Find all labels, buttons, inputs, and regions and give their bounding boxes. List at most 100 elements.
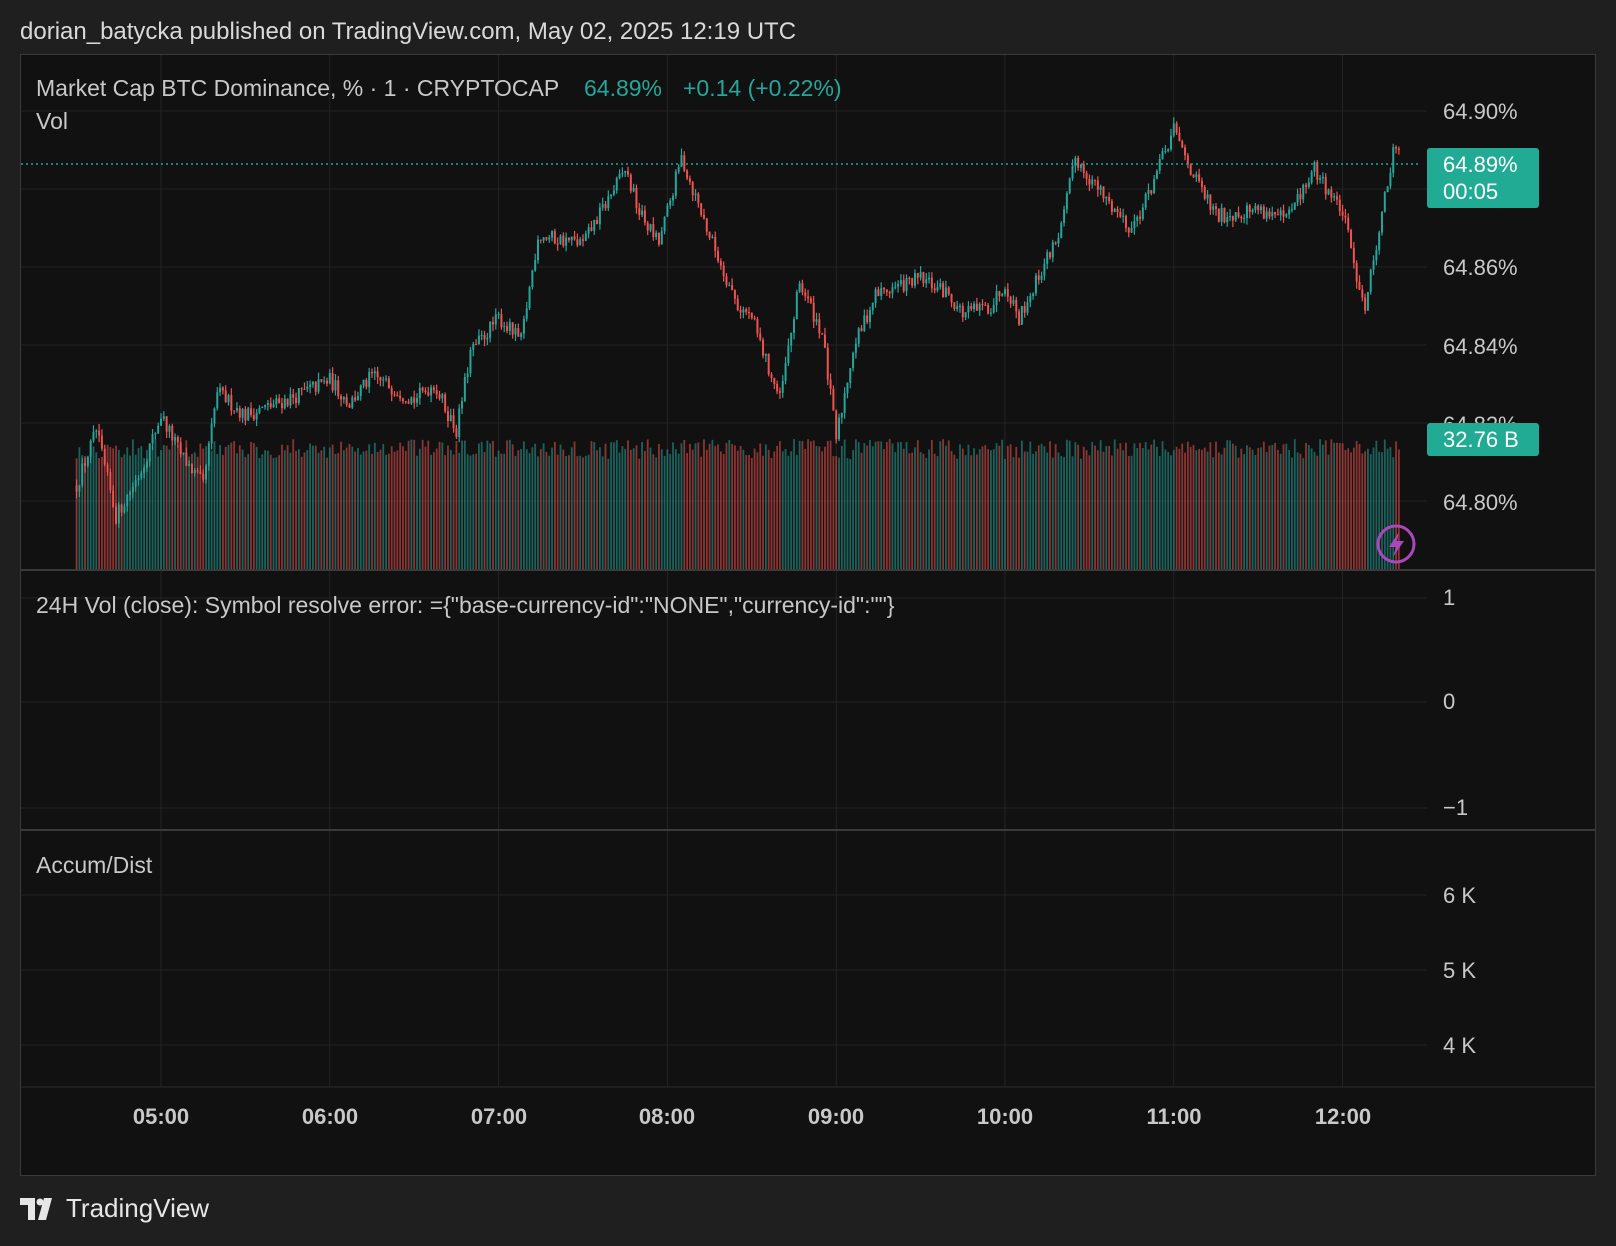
candle-body [1276,214,1279,216]
volume-bar [1139,442,1141,569]
volume-bar [914,447,916,569]
candle-body [278,398,281,404]
volume-bar [523,441,525,569]
volume-bar [1189,446,1192,569]
volume-bar [731,444,734,569]
candle-body [916,273,919,278]
candle-body [883,287,886,290]
candle-body [711,236,714,238]
volume-bar [812,440,815,569]
candle-body [356,396,359,401]
candle-body [491,321,494,325]
volume-bar [584,455,587,569]
volume-bar [694,443,697,569]
candle-body [950,294,953,303]
volume-bar [1015,446,1018,569]
candle-body [1124,215,1127,228]
pane2-label[interactable]: 24H Vol (close): Symbol resolve error: =… [36,592,895,618]
candle-body [627,170,630,175]
candle-body [258,408,261,413]
volume-bar [402,446,404,569]
candle-body [1043,263,1046,276]
candle-body [387,378,390,389]
legend-symbol[interactable]: Market Cap BTC Dominance, % · 1 · CRYPTO… [36,75,559,101]
volume-bar [669,454,672,569]
candle-body [781,380,784,393]
volume-bar [1231,443,1234,569]
candle-body [269,403,272,408]
candle-body [151,434,154,444]
volume-bar [1175,446,1178,569]
volume-bar [658,443,660,569]
candle-body [956,306,959,309]
volume-bar [1322,444,1324,569]
candle-body [75,485,78,492]
candle-body [1181,141,1184,148]
candle-body [143,467,146,474]
candle-body [1203,186,1206,199]
chart-svg[interactable]: Market Cap BTC Dominance, % · 1 · CRYPTO… [21,55,1596,1176]
volume-bar [888,439,891,569]
candle-body [733,290,736,299]
candle-body [562,235,565,246]
legend-vol-label[interactable]: Vol [36,108,68,134]
legend-price: 64.89% [584,75,662,101]
volume-bar [168,449,171,569]
candle-body [452,415,455,429]
volume-bar [1305,443,1307,569]
candle-body [233,410,236,412]
volume-bar [382,443,385,569]
candle-body [970,306,973,310]
volume-bar [700,456,703,569]
volume-bar [1020,440,1023,569]
candle-body [652,224,655,237]
candle-body [1164,151,1167,153]
candle-body [371,372,373,374]
volume-bar [413,439,416,569]
volume-bar [84,456,86,569]
candle-body [1305,184,1308,187]
candle-body [1158,158,1161,171]
volume-bar [736,450,739,569]
candle-body [545,237,548,240]
volume-bar [393,451,396,569]
volume-bar [835,456,838,569]
tradingview-logo[interactable]: TradingView [20,1193,209,1224]
volume-bar [674,449,677,569]
candle-body [790,332,793,346]
candle-body [140,473,143,479]
volume-bar [531,447,534,569]
candle-body [1063,209,1066,224]
candle-body [536,239,539,261]
volume-bar [1147,449,1150,569]
candle-body [1192,174,1195,178]
volume-bar [945,445,947,569]
volume-bar [1091,442,1094,569]
candle-body [576,239,579,246]
price-tick: 64.86% [1443,255,1518,280]
candle-body [483,334,486,340]
candle-body [832,388,835,411]
volume-bar [545,452,548,569]
volume-bar [1178,448,1181,569]
pane3-label[interactable]: Accum/Dist [36,852,153,878]
candle-body [129,492,132,495]
volume-bar [1195,450,1198,569]
volume-bar [708,443,711,569]
volume-bar [418,448,421,569]
candle-body [964,312,967,318]
volume-bar [790,451,793,569]
volume-bar [767,449,770,569]
candle-body [337,380,340,397]
volume-bar [764,444,767,569]
volume-bar [860,452,863,569]
price-tick: 64.80% [1443,490,1518,515]
volume-bar [781,451,784,569]
candle-body [705,218,708,232]
volume-bar [573,441,576,569]
volume-bar [967,444,970,569]
candle-body [660,231,663,245]
candle-body [992,305,995,313]
volume-bar [469,455,472,569]
volume-bar [351,446,354,569]
